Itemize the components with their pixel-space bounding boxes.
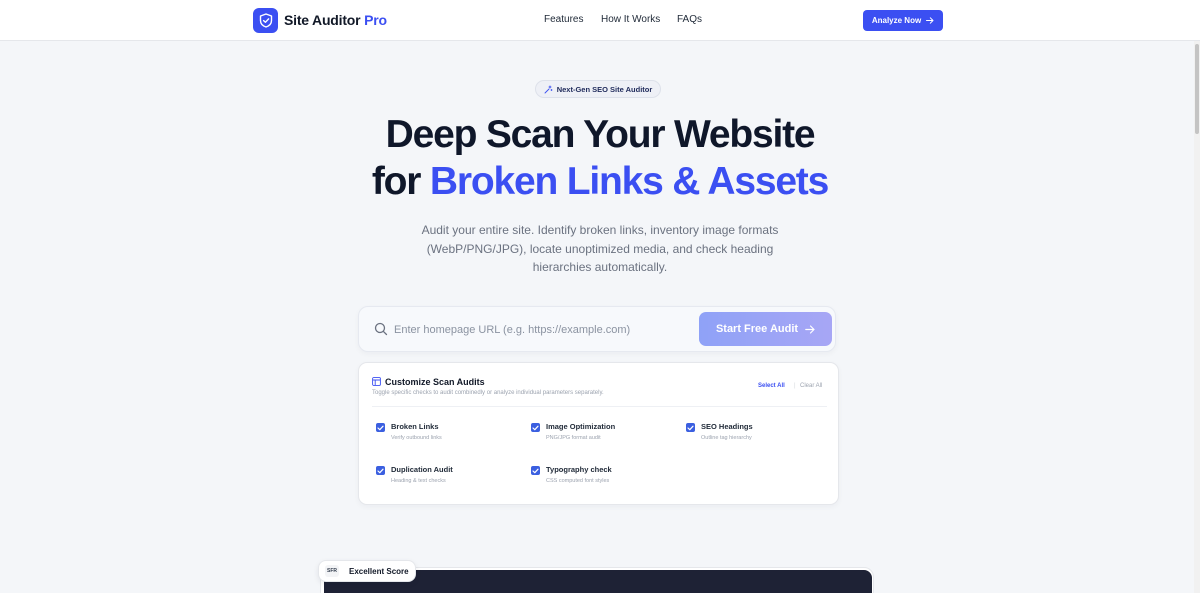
nav-link-features[interactable]: Features	[544, 14, 583, 25]
hero-badge-text: Next-Gen SEO Site Auditor	[556, 84, 653, 94]
option-label: Typography check	[546, 465, 612, 474]
page-scrollbar-thumb[interactable]	[1195, 44, 1199, 134]
checkbox-checked-icon[interactable]	[531, 423, 540, 432]
brand-accent-text: Pro	[364, 12, 387, 28]
option-label: Duplication Audit	[391, 465, 453, 474]
option-sublabel: PNG/JPG format audit	[546, 435, 601, 441]
option-sublabel: CSS computed font styles	[546, 478, 610, 484]
option-sublabel: Heading & text checks	[391, 478, 446, 484]
shield-logo-icon[interactable]	[253, 8, 278, 33]
hero-title-highlight: Broken Links & Assets	[429, 160, 829, 203]
action-separator: |	[794, 383, 796, 389]
layout-icon	[372, 377, 381, 386]
analyze-now-button[interactable]: Analyze Now	[863, 10, 943, 31]
card-title: Customize Scan Audits	[385, 377, 485, 387]
option-sublabel: Outline tag hierarchy	[701, 435, 752, 441]
option-label: Image Optimization	[546, 422, 616, 431]
option-sublabel: Verify outbound links	[391, 435, 442, 441]
nav-link-how-it-works[interactable]: How It Works	[601, 14, 660, 25]
checkbox-checked-icon[interactable]	[686, 423, 695, 432]
start-free-audit-button[interactable]: Start Free Audit	[699, 312, 832, 346]
nav-link-faqs[interactable]: FAQs	[677, 14, 702, 25]
checkbox-checked-icon[interactable]	[376, 466, 385, 475]
hero-title-line2: for Broken Links & Assets	[0, 160, 1200, 204]
card-description: Toggle specific checks to audit combined…	[372, 390, 604, 396]
arrow-right-icon	[926, 17, 934, 24]
hero-subtitle: Audit your entire site. Identify broken …	[421, 223, 779, 274]
sparkle-icon	[544, 85, 553, 93]
hero-badge: Next-Gen SEO Site Auditor	[535, 80, 661, 98]
excellent-score-badge: SFR Excellent Score	[318, 560, 416, 582]
search-icon	[374, 322, 388, 336]
hero-title-line1: Deep Scan Your Website	[385, 113, 816, 156]
card-divider	[372, 406, 827, 407]
url-input[interactable]	[394, 321, 694, 339]
hero-title-prefix: for	[371, 160, 422, 203]
option-label: Broken Links	[391, 422, 439, 431]
option-label: SEO Headings	[701, 422, 753, 431]
clear-all-button[interactable]: Clear All	[800, 383, 822, 389]
analyze-now-label: Analyze Now	[871, 16, 922, 25]
select-all-button[interactable]: Select All	[758, 383, 785, 389]
customize-scan-card: Customize Scan Audits Toggle specific ch…	[358, 362, 839, 505]
checkbox-checked-icon[interactable]	[531, 466, 540, 475]
brand-name-text: Site Auditor	[284, 12, 361, 28]
arrow-right-icon	[805, 324, 815, 334]
checkbox-checked-icon[interactable]	[376, 423, 385, 432]
url-search-bar: Start Free Audit	[358, 306, 836, 352]
top-navbar: Site Auditor Pro Features How It Works F…	[0, 0, 1200, 41]
score-chip-icon: SFR	[325, 565, 339, 577]
start-free-audit-label: Start Free Audit	[715, 323, 799, 335]
brand-name[interactable]: Site Auditor Pro	[284, 12, 387, 28]
excellent-score-label: Excellent Score	[349, 567, 409, 576]
